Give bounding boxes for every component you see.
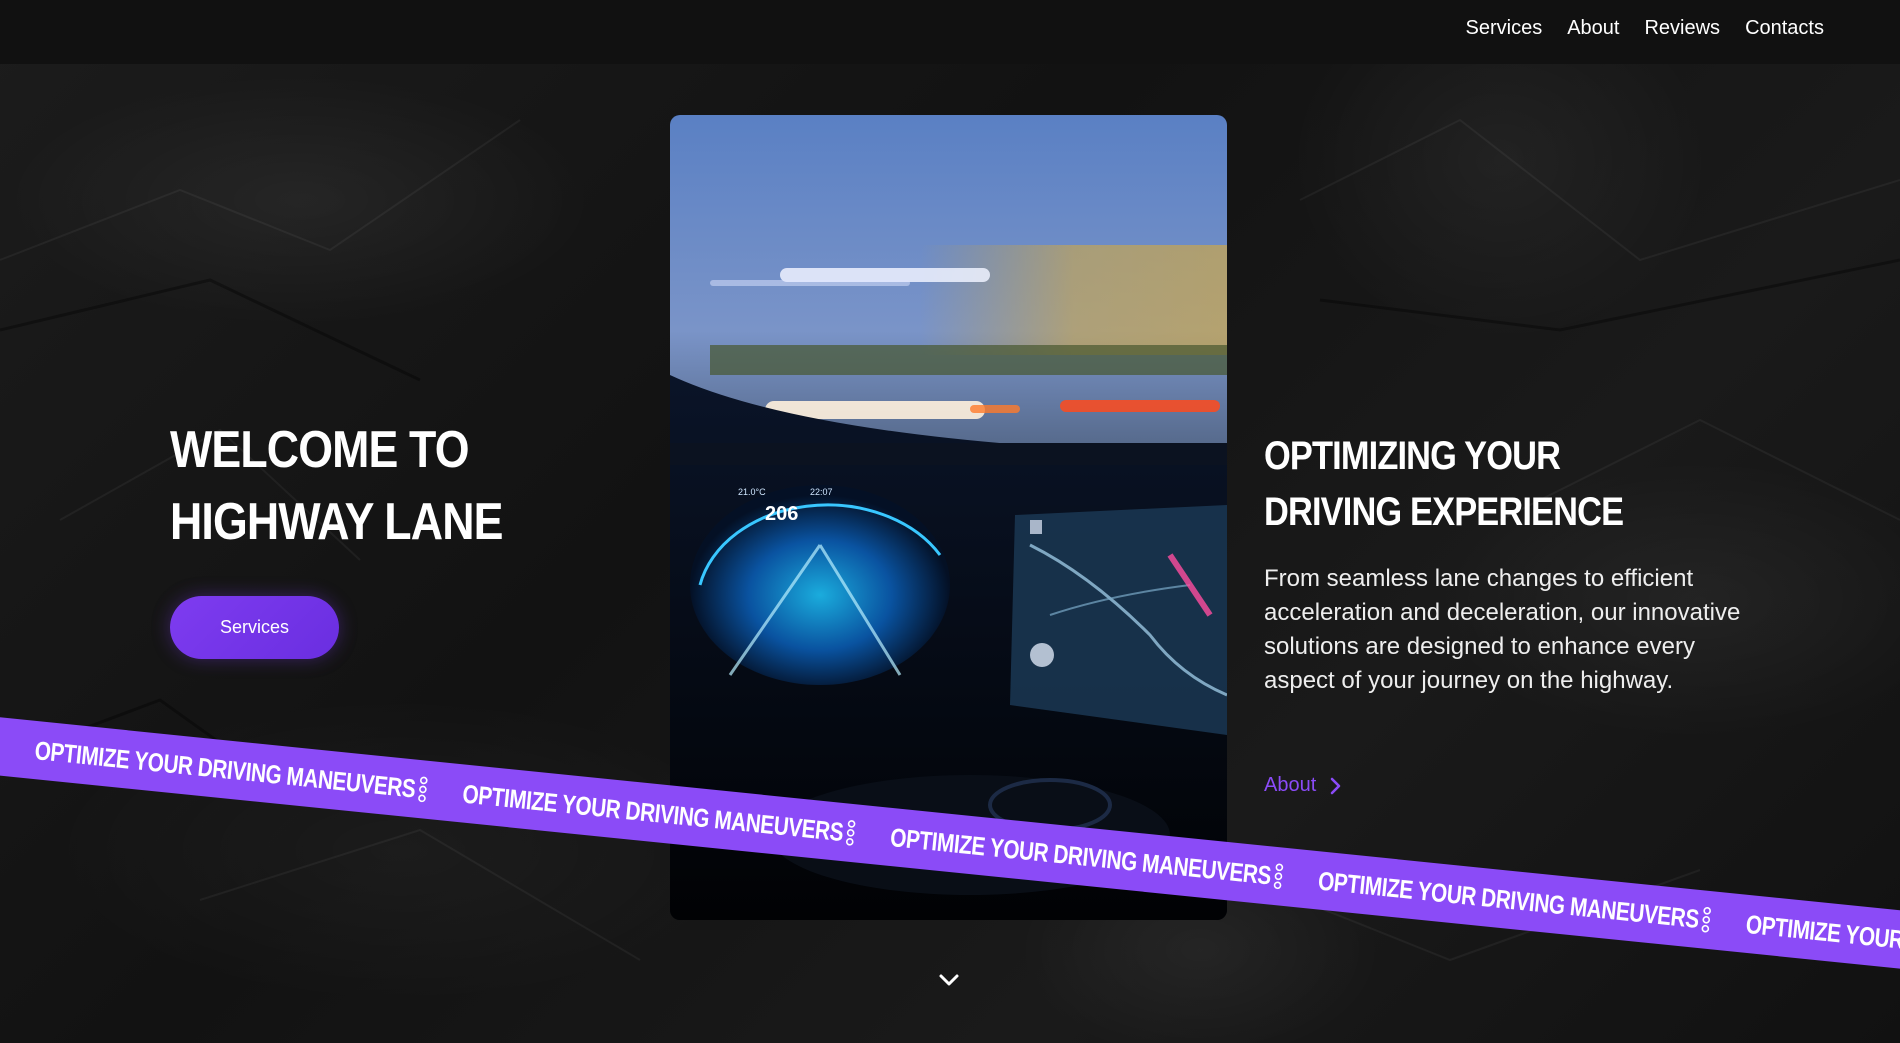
nav-link-reviews[interactable]: Reviews bbox=[1644, 14, 1720, 42]
hero-title: WELCOME TO HIGHWAY LANE bbox=[170, 421, 503, 551]
chevron-down-icon bbox=[939, 974, 959, 986]
feature-description: From seamless lane changes to efficient … bbox=[1264, 565, 1741, 694]
scroll-down-button[interactable] bbox=[937, 968, 961, 992]
nav-link-services[interactable]: Services bbox=[1466, 14, 1543, 42]
dots-icon bbox=[0, 729, 36, 763]
main-nav: Services About Reviews Contacts bbox=[1466, 14, 1824, 42]
about-link[interactable]: About bbox=[1264, 774, 1342, 797]
time-readout: 22:07 bbox=[810, 487, 833, 497]
feature-title: OPTIMIZING YOUR DRIVING EXPERIENCE bbox=[1264, 434, 1624, 534]
top-navigation-bar: Services About Reviews Contacts bbox=[0, 0, 1900, 64]
speed-readout: 206 bbox=[765, 503, 798, 525]
temp-readout: 21.0°C bbox=[738, 487, 766, 497]
nav-link-about[interactable]: About bbox=[1567, 14, 1619, 42]
nav-link-contacts[interactable]: Contacts bbox=[1745, 14, 1824, 42]
chevron-right-icon bbox=[1330, 777, 1341, 794]
about-link-label: About bbox=[1264, 774, 1317, 796]
services-button[interactable]: Services bbox=[170, 596, 339, 659]
